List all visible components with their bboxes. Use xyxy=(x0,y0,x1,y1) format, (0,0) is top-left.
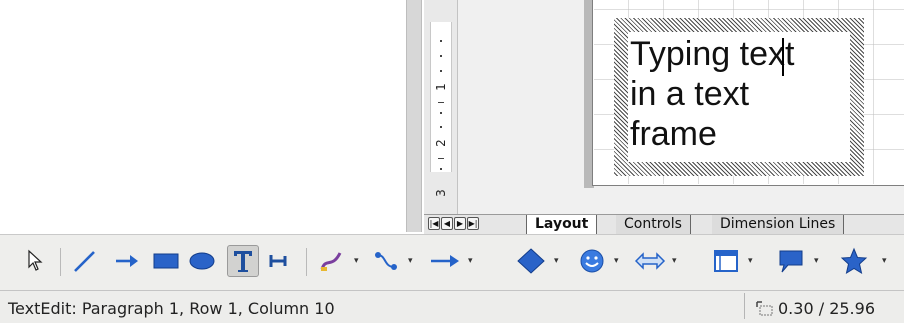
ruler-dot xyxy=(440,40,442,42)
ruler-dot xyxy=(440,70,442,72)
ellipse-icon[interactable] xyxy=(188,247,216,277)
tab-dimension-lines[interactable]: Dimension Lines xyxy=(712,215,845,234)
toolbar-separator xyxy=(60,248,61,276)
rectangle-icon[interactable] xyxy=(152,247,180,277)
chevron-down-icon[interactable]: ▾ xyxy=(408,256,416,266)
flowchart-icon[interactable] xyxy=(712,247,740,277)
tab-layout[interactable]: Layout xyxy=(526,215,598,234)
chevron-down-icon[interactable]: ▾ xyxy=(814,256,822,266)
pane-splitter[interactable] xyxy=(406,0,422,232)
prev-tab-icon[interactable]: ◀ xyxy=(441,217,453,230)
status-separator xyxy=(744,293,745,319)
ruler-number-2: 2 xyxy=(434,139,448,147)
ruler-dot xyxy=(440,168,442,170)
ruler-tick xyxy=(438,158,444,159)
position-readout: 0.30 / 25.96 xyxy=(778,299,875,318)
chevron-down-icon[interactable]: ▾ xyxy=(882,256,890,266)
ruler-dot xyxy=(440,112,442,114)
chevron-down-icon[interactable]: ▾ xyxy=(672,256,680,266)
ruler-tick xyxy=(438,102,444,103)
ruler-dot xyxy=(440,55,442,57)
chevron-down-icon[interactable]: ▾ xyxy=(354,256,362,266)
symbol-shapes-icon[interactable] xyxy=(578,247,606,277)
chevron-down-icon[interactable]: ▾ xyxy=(554,256,562,266)
chevron-down-icon[interactable]: ▾ xyxy=(748,256,756,266)
chevron-down-icon[interactable]: ▾ xyxy=(614,256,622,266)
basic-shapes-icon[interactable] xyxy=(516,247,546,277)
arrow-line-icon[interactable] xyxy=(114,247,140,277)
callouts-icon[interactable] xyxy=(776,247,806,277)
curve-icon[interactable] xyxy=(318,247,346,277)
slides-pane xyxy=(0,0,406,232)
next-tab-icon[interactable]: ▶ xyxy=(454,217,466,230)
lines-arrows-icon[interactable] xyxy=(428,247,462,277)
ruler-number-1: 1 xyxy=(434,83,448,91)
text-frame-content[interactable]: Typing text in a text frame xyxy=(630,34,850,154)
text-icon[interactable] xyxy=(231,247,255,277)
tab-controls[interactable]: Controls xyxy=(616,215,691,234)
toolbar-separator xyxy=(306,248,307,276)
line-icon[interactable] xyxy=(72,247,98,277)
chevron-down-icon[interactable]: ▾ xyxy=(468,256,476,266)
text-cursor xyxy=(782,38,784,76)
status-text: TextEdit: Paragraph 1, Row 1, Column 10 xyxy=(8,299,335,318)
first-tab-icon[interactable]: |◀ xyxy=(428,217,440,230)
position-size-icon xyxy=(756,301,774,321)
last-tab-icon[interactable]: ▶| xyxy=(467,217,479,230)
stars-icon[interactable] xyxy=(840,247,868,277)
ruler-number-3: 3 xyxy=(434,189,448,197)
connector-icon[interactable] xyxy=(372,247,400,277)
vertical-text-icon[interactable] xyxy=(268,247,290,277)
select-icon[interactable] xyxy=(26,247,44,277)
ruler-dot xyxy=(440,126,442,128)
block-arrows-icon[interactable] xyxy=(634,247,666,277)
